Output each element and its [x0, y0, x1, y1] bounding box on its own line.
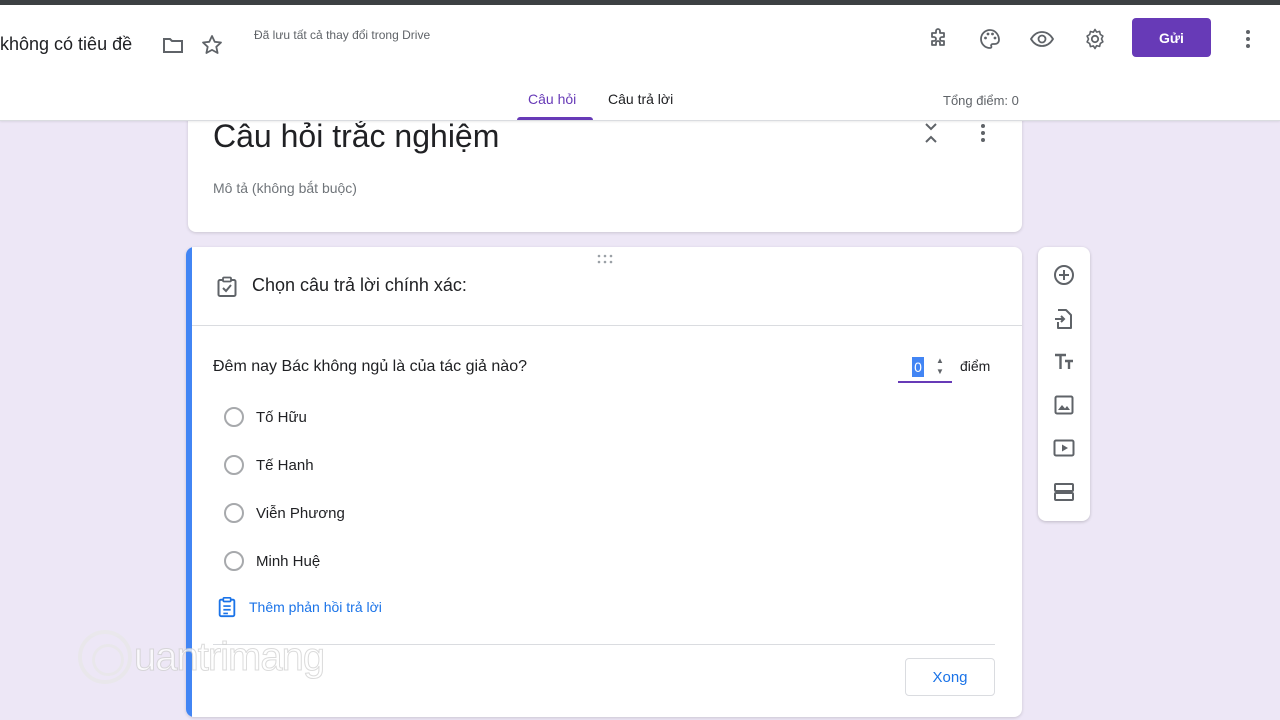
star-icon[interactable]: [199, 32, 225, 58]
option-item[interactable]: Tố Hữu: [224, 405, 307, 429]
option-item[interactable]: Tế Hanh: [224, 453, 314, 477]
save-status: Đã lưu tất cả thay đổi trong Drive: [254, 28, 431, 42]
radio-button[interactable]: [224, 407, 244, 427]
palette-icon[interactable]: [977, 26, 1003, 52]
done-button[interactable]: Xong: [905, 658, 995, 696]
more-vert-icon[interactable]: [1235, 26, 1261, 52]
option-label: Tố Hữu: [256, 408, 307, 426]
option-label: Tế Hanh: [256, 456, 314, 474]
total-points: Tổng điểm: 0: [943, 93, 1019, 108]
feedback-clipboard-icon: [218, 597, 236, 618]
option-item[interactable]: Minh Huệ: [224, 549, 320, 573]
form-description-input[interactable]: Mô tả (không bắt buộc): [213, 180, 357, 196]
option-item[interactable]: Viễn Phương: [224, 501, 345, 525]
feedback-label[interactable]: Thêm phản hồi trả lời: [249, 599, 382, 615]
collapse-icon[interactable]: [918, 120, 944, 146]
watermark-logo: [78, 630, 132, 684]
watermark-text: uantrimang: [133, 634, 325, 679]
active-tab-indicator: [517, 117, 593, 120]
option-label: Viễn Phương: [256, 504, 345, 522]
import-questions-icon[interactable]: [1051, 306, 1077, 332]
watermark: uantrimang: [78, 630, 326, 684]
app-header: không có tiêu đề Đã lưu tất cả thay đổi …: [0, 5, 1280, 121]
tab-questions[interactable]: Câu hỏi: [528, 91, 576, 107]
radio-button[interactable]: [224, 455, 244, 475]
divider: [192, 325, 1022, 326]
points-field[interactable]: 0 ▲ ▼: [898, 353, 952, 383]
answer-key-checkbox-icon: [215, 275, 239, 304]
question-text: Đêm nay Bác không ngủ là của tác giả nào…: [213, 358, 527, 375]
side-toolbar: [1038, 247, 1090, 521]
drag-handle-icon[interactable]: [596, 253, 614, 268]
add-video-icon[interactable]: [1051, 435, 1077, 461]
document-title[interactable]: không có tiêu đề: [0, 34, 132, 55]
settings-gear-icon[interactable]: [1082, 26, 1108, 52]
preview-eye-icon[interactable]: [1029, 26, 1055, 52]
add-question-icon[interactable]: [1051, 262, 1077, 288]
folder-icon[interactable]: [160, 32, 186, 58]
add-image-icon[interactable]: [1051, 392, 1077, 418]
send-button[interactable]: Gửi: [1132, 18, 1211, 57]
divider: [213, 644, 995, 645]
tab-responses[interactable]: Câu trả lời: [608, 91, 673, 107]
points-label: điểm: [960, 358, 991, 374]
radio-button[interactable]: [224, 551, 244, 571]
add-feedback-link[interactable]: Thêm phản hồi trả lời: [216, 596, 382, 618]
title-more-icon[interactable]: [970, 120, 996, 146]
add-title-icon[interactable]: [1051, 349, 1077, 375]
points-input[interactable]: 0: [912, 357, 924, 377]
form-title[interactable]: Câu hỏi trắc nghiệm: [213, 118, 499, 155]
add-section-icon[interactable]: [1051, 479, 1077, 505]
addon-puzzle-icon[interactable]: [925, 26, 951, 52]
answer-key-heading: Chọn câu trả lời chính xác:: [252, 275, 467, 295]
option-label: Minh Huệ: [256, 552, 321, 570]
radio-button[interactable]: [224, 503, 244, 523]
points-stepper-icon[interactable]: ▲ ▼: [936, 355, 944, 377]
